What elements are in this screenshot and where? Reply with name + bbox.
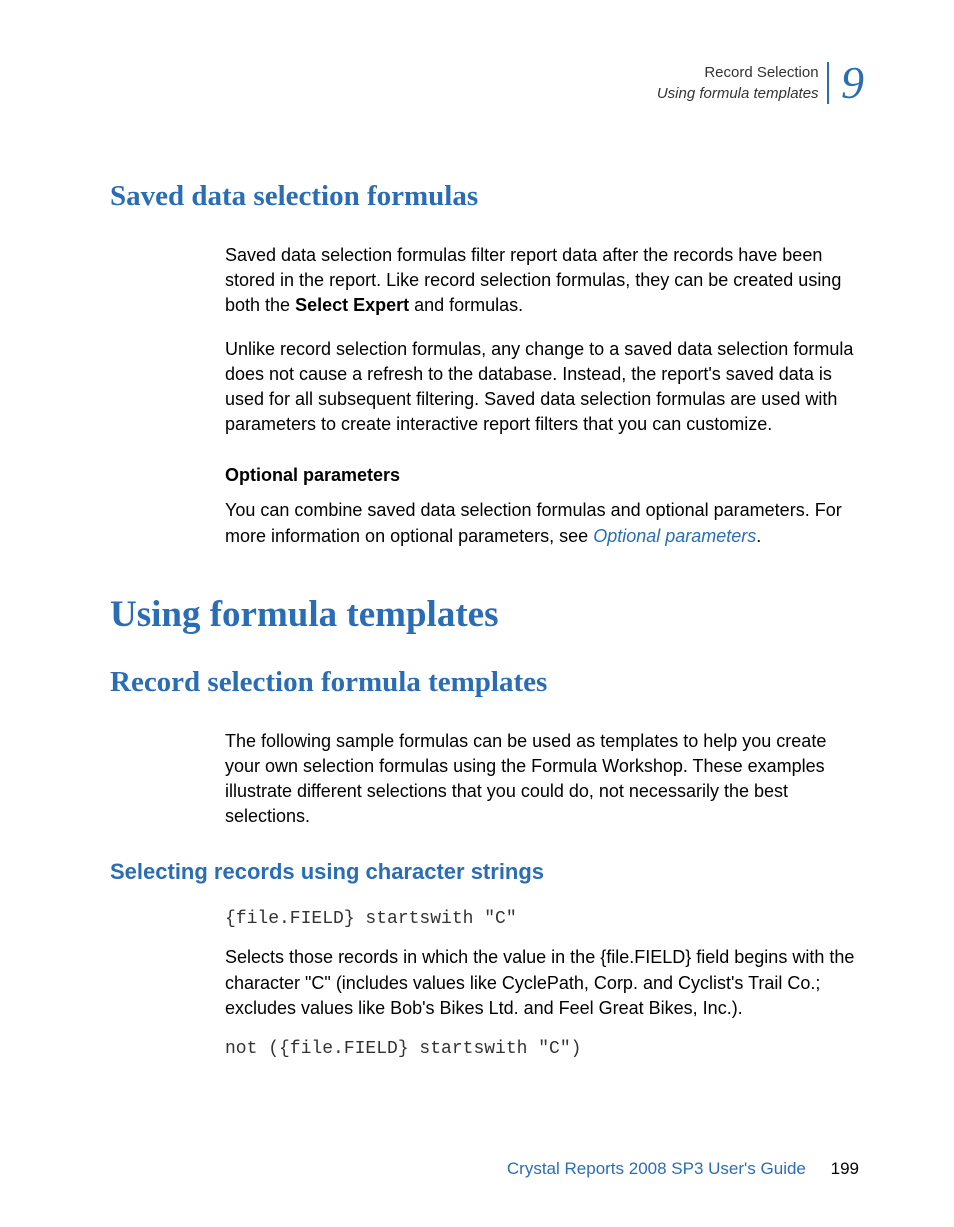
header-line1: Record Selection — [704, 64, 818, 81]
chapter-number: 9 — [841, 60, 864, 106]
link-optional-parameters[interactable]: Optional parameters — [593, 526, 756, 546]
paragraph: Unlike record selection formulas, any ch… — [225, 337, 864, 438]
paragraph: Saved data selection formulas filter rep… — [225, 243, 864, 319]
code-block: {file.FIELD} startswith "C" — [225, 909, 864, 929]
text: and formulas. — [409, 295, 523, 315]
footer-title: Crystal Reports 2008 SP3 User's Guide — [507, 1159, 806, 1178]
paragraph: You can combine saved data selection for… — [225, 498, 864, 548]
code-block: not ({file.FIELD} startswith "C") — [225, 1039, 864, 1059]
paragraph: The following sample formulas can be use… — [225, 729, 864, 830]
paragraph: Selects those records in which the value… — [225, 945, 864, 1021]
subheading-optional-parameters: Optional parameters — [225, 465, 864, 486]
text-bold: Select Expert — [295, 295, 409, 315]
text: . — [756, 526, 761, 546]
heading-using-formula-templates: Using formula templates — [110, 593, 864, 636]
header-line2: Using formula templates — [657, 85, 819, 102]
heading-saved-data-selection: Saved data selection formulas — [110, 180, 864, 213]
heading-record-selection-templates: Record selection formula templates — [110, 666, 864, 699]
page-header: Record Selection Using formula templates… — [110, 60, 864, 110]
page-number: 199 — [831, 1159, 859, 1178]
header-text: Record Selection Using formula templates — [657, 62, 829, 104]
page-footer: Crystal Reports 2008 SP3 User's Guide 19… — [507, 1159, 859, 1179]
heading-selecting-records-strings: Selecting records using character string… — [110, 859, 864, 885]
